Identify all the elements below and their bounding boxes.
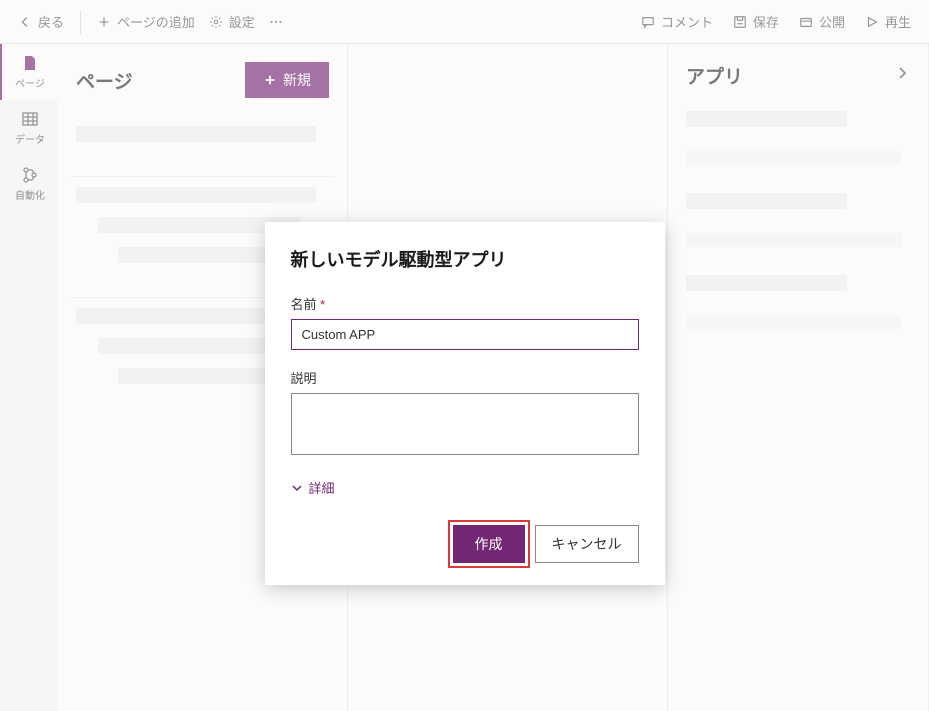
chevron-down-icon <box>291 482 303 494</box>
name-input[interactable] <box>291 319 639 350</box>
modal-title: 新しいモデル駆動型アプリ <box>291 246 639 272</box>
modal-overlay: 新しいモデル駆動型アプリ 名前 * 説明 詳細 作成 キャンセル <box>0 0 929 711</box>
details-label: 詳細 <box>309 478 335 497</box>
details-toggle[interactable]: 詳細 <box>291 478 639 497</box>
description-input[interactable] <box>291 393 639 455</box>
create-button[interactable]: 作成 <box>453 525 525 563</box>
new-app-modal: 新しいモデル駆動型アプリ 名前 * 説明 詳細 作成 キャンセル <box>265 222 665 585</box>
cancel-button[interactable]: キャンセル <box>535 525 639 563</box>
name-label: 名前 * <box>291 294 639 313</box>
description-label: 説明 <box>291 368 639 387</box>
